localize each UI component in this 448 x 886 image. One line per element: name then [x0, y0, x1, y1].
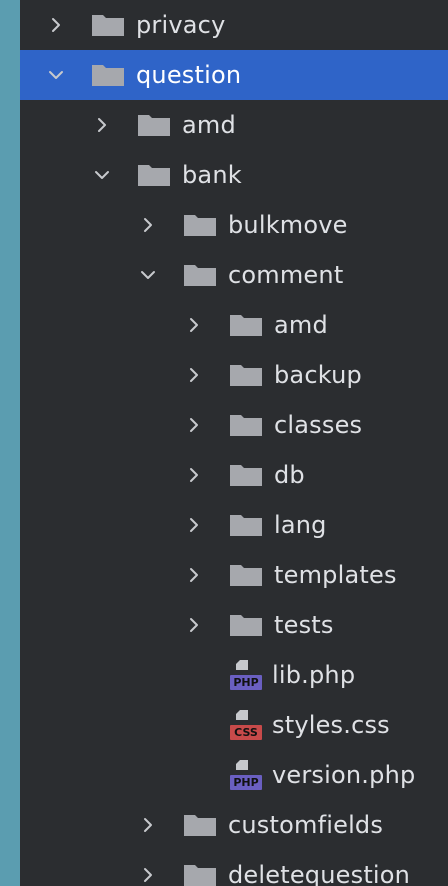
- chevron-right-icon[interactable]: [90, 113, 114, 137]
- tree-item-label: version.php: [272, 761, 416, 789]
- chevron-right-icon[interactable]: [182, 313, 206, 337]
- folder-icon: [228, 562, 264, 588]
- folder-icon: [90, 62, 126, 88]
- tree-folder-row[interactable]: comment: [20, 250, 448, 300]
- chevron-right-icon[interactable]: [182, 613, 206, 637]
- chevron-down-icon[interactable]: [44, 63, 68, 87]
- folder-icon: [182, 212, 218, 238]
- tree-item-label: tests: [274, 611, 334, 639]
- tree-item-label: deletequestion: [228, 861, 411, 886]
- folder-icon: [136, 112, 172, 138]
- chevron-down-icon[interactable]: [90, 163, 114, 187]
- chevron-right-icon[interactable]: [44, 13, 68, 37]
- tree-folder-row[interactable]: backup: [20, 350, 448, 400]
- chevron-right-icon[interactable]: [136, 863, 160, 886]
- folder-icon: [228, 462, 264, 488]
- folder-icon: [182, 262, 218, 288]
- tree-file-row[interactable]: CSS styles.css: [20, 700, 448, 750]
- tree-folder-row[interactable]: bank: [20, 150, 448, 200]
- chevron-right-icon[interactable]: [182, 563, 206, 587]
- tree-folder-row[interactable]: classes: [20, 400, 448, 450]
- folder-icon: [182, 862, 218, 886]
- folder-icon: [136, 162, 172, 188]
- tree-item-label: privacy: [136, 11, 226, 39]
- chevron-right-icon[interactable]: [136, 813, 160, 837]
- tree-item-label: amd: [182, 111, 236, 139]
- chevron-right-icon[interactable]: [136, 213, 160, 237]
- tree-item-label: templates: [274, 561, 397, 589]
- tree-item-label: bulkmove: [228, 211, 348, 239]
- tree-item-label: comment: [228, 261, 344, 289]
- file-type-badge: CSS: [234, 726, 258, 739]
- php-file-icon: PHP: [228, 658, 264, 692]
- tree-item-label: lib.php: [272, 661, 356, 689]
- tree-folder-row[interactable]: lang: [20, 500, 448, 550]
- tree-item-label: backup: [274, 361, 362, 389]
- chevron-right-icon[interactable]: [182, 413, 206, 437]
- tree-folder-row[interactable]: deletequestion: [20, 850, 448, 886]
- tree-folder-row[interactable]: customfields: [20, 800, 448, 850]
- tree-item-label: db: [274, 461, 305, 489]
- tree-item-label: customfields: [228, 811, 384, 839]
- project-tree-panel: privacy question amd bank bulkmove comment amd…: [20, 0, 448, 886]
- tree-item-label: styles.css: [272, 711, 390, 739]
- folder-icon: [228, 412, 264, 438]
- folder-icon: [182, 812, 218, 838]
- tree-folder-row[interactable]: db: [20, 450, 448, 500]
- tree-item-label: classes: [274, 411, 363, 439]
- chevron-right-icon[interactable]: [182, 363, 206, 387]
- chevron-right-icon[interactable]: [182, 463, 206, 487]
- chevron-down-icon[interactable]: [136, 263, 160, 287]
- tree-folder-row[interactable]: tests: [20, 600, 448, 650]
- tree-folder-row[interactable]: bulkmove: [20, 200, 448, 250]
- folder-icon: [228, 612, 264, 638]
- chevron-right-icon[interactable]: [182, 513, 206, 537]
- tree-folder-row[interactable]: amd: [20, 100, 448, 150]
- tree-item-label: question: [136, 61, 242, 89]
- tree-folder-row[interactable]: templates: [20, 550, 448, 600]
- tree-folder-row[interactable]: privacy: [20, 0, 448, 50]
- css-file-icon: CSS: [228, 708, 264, 742]
- tree-file-row[interactable]: PHP version.php: [20, 750, 448, 800]
- tree-item-label: lang: [274, 511, 327, 539]
- file-type-badge: PHP: [233, 676, 259, 689]
- folder-icon: [228, 362, 264, 388]
- php-file-icon: PHP: [228, 758, 264, 792]
- file-type-badge: PHP: [233, 776, 259, 789]
- folder-icon: [228, 512, 264, 538]
- folder-icon: [90, 12, 126, 38]
- tree-item-label: bank: [182, 161, 242, 189]
- tree-folder-row[interactable]: question: [20, 50, 448, 100]
- tree-file-row[interactable]: PHP lib.php: [20, 650, 448, 700]
- tree-folder-row[interactable]: amd: [20, 300, 448, 350]
- tree-item-label: amd: [274, 311, 328, 339]
- folder-icon: [228, 312, 264, 338]
